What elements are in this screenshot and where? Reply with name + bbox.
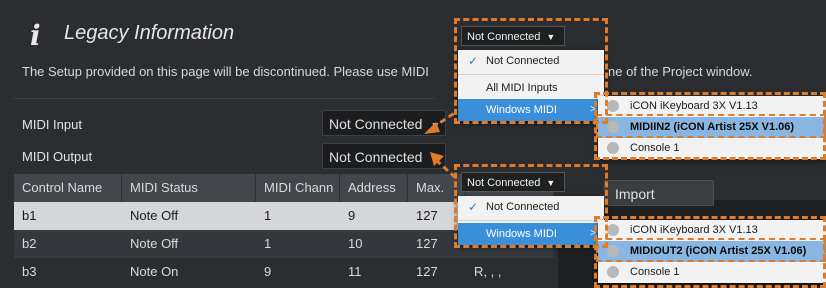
callout-arrowhead — [424, 122, 440, 134]
callout-arrow — [434, 158, 458, 180]
callout-arrowhead — [430, 152, 444, 166]
callout-connectors — [424, 110, 458, 180]
